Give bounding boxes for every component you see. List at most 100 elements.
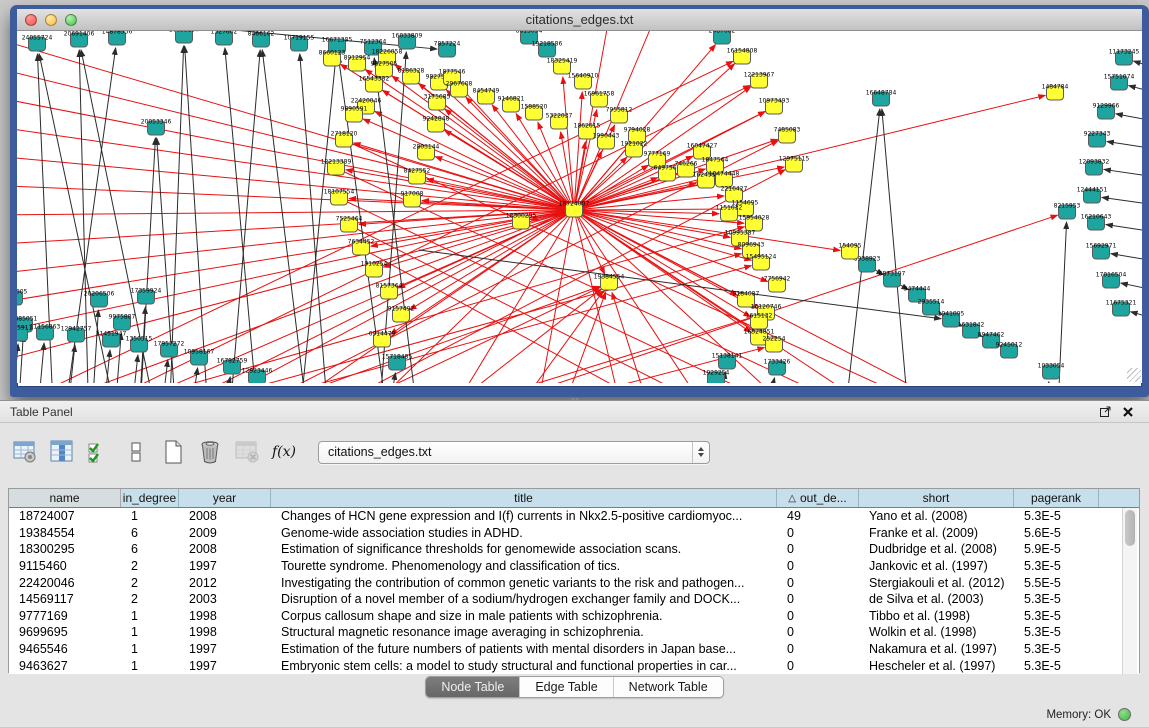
graph-edge[interactable]	[300, 54, 329, 383]
cell-out_degree[interactable]: 0	[777, 625, 859, 639]
graph-edge[interactable]	[1116, 114, 1142, 120]
table-settings-icon[interactable]	[10, 437, 40, 467]
table-row[interactable]: 2242004622012Investigating the contribut…	[9, 574, 1139, 591]
cell-pagerank[interactable]: 5.3E-5	[1014, 509, 1099, 523]
column-header-out_degree[interactable]: △out_de...	[777, 489, 859, 507]
function-builder-icon[interactable]: f(x)	[269, 437, 299, 467]
cell-title[interactable]: Estimation of significance thresholds fo…	[271, 542, 777, 556]
cell-year[interactable]: 1998	[179, 625, 271, 639]
graph-edge[interactable]	[1107, 142, 1142, 148]
cell-in_degree[interactable]: 2	[121, 559, 179, 573]
graph-edge[interactable]	[1057, 222, 1067, 383]
network-canvas[interactable]: 2405572420691406148785561065329715276028…	[17, 31, 1142, 383]
graph-edge[interactable]	[563, 77, 574, 210]
cell-short[interactable]: Dudbridge et al. (2008)	[859, 542, 1014, 556]
cell-year[interactable]: 2009	[179, 526, 271, 540]
graph-edge[interactable]	[369, 316, 756, 383]
graph-edge[interactable]	[19, 335, 23, 383]
graph-edge[interactable]	[769, 378, 775, 383]
table-row[interactable]: 977716911998Corpus callosum shape and si…	[9, 608, 1139, 625]
cell-out_degree[interactable]: 0	[777, 659, 859, 673]
cell-pagerank[interactable]: 5.6E-5	[1014, 526, 1099, 540]
zoom-window-button[interactable]	[65, 14, 77, 26]
graph-edge[interactable]	[1102, 197, 1142, 204]
cell-pagerank[interactable]: 5.9E-5	[1014, 542, 1099, 556]
cell-name[interactable]: 9465546	[9, 642, 121, 656]
cell-pagerank[interactable]: 5.3E-5	[1014, 625, 1099, 639]
graph-edge[interactable]	[1104, 169, 1142, 176]
cell-short[interactable]: Jankovic et al. (1997)	[859, 559, 1014, 573]
close-window-button[interactable]	[25, 14, 37, 26]
cell-out_degree[interactable]: 0	[777, 642, 859, 656]
cell-out_degree[interactable]: 49	[777, 509, 859, 523]
cell-title[interactable]: Investigating the contribution of common…	[271, 576, 777, 590]
graph-edge[interactable]	[133, 355, 138, 383]
cell-name[interactable]: 9115460	[9, 559, 121, 573]
graph-edge[interactable]	[1121, 283, 1142, 289]
cell-pagerank[interactable]: 5.3E-5	[1014, 609, 1099, 623]
cell-short[interactable]: Tibbo et al. (1998)	[859, 609, 1014, 623]
cell-name[interactable]: 14569117	[9, 592, 121, 606]
cell-pagerank[interactable]: 5.3E-5	[1014, 642, 1099, 656]
cell-title[interactable]: Embryonic stem cells: a model to study s…	[271, 659, 777, 673]
table-row[interactable]: 969969511998Structural magnetic resonanc…	[9, 624, 1139, 641]
cell-title[interactable]: Genome-wide association studies in ADHD.	[271, 526, 777, 540]
table-row[interactable]: 946554611997Estimation of the future num…	[9, 641, 1139, 658]
tab-network-table[interactable]: Network Table	[613, 677, 723, 697]
cell-pagerank[interactable]: 5.3E-5	[1014, 592, 1099, 606]
cell-out_degree[interactable]: 0	[777, 576, 859, 590]
cell-out_degree[interactable]: 0	[777, 542, 859, 556]
cell-year[interactable]: 1997	[179, 642, 271, 656]
graph-edge[interactable]	[299, 56, 336, 383]
cell-title[interactable]: Corpus callosum shape and size in male p…	[271, 609, 777, 623]
select-all-check-icon[interactable]	[84, 437, 114, 467]
graph-edge[interactable]	[882, 109, 907, 383]
float-panel-button[interactable]	[1094, 405, 1117, 418]
graph-edge[interactable]	[361, 248, 699, 383]
cell-out_degree[interactable]: 0	[777, 526, 859, 540]
scrollbar-thumb[interactable]	[1125, 510, 1135, 546]
column-header-name[interactable]: name	[9, 489, 121, 507]
delete-trash-icon[interactable]	[195, 437, 225, 467]
graph-edge[interactable]	[1131, 312, 1142, 317]
cell-year[interactable]: 2012	[179, 576, 271, 590]
network-table-select[interactable]: citations_edges.txt	[318, 441, 710, 464]
graph-edge[interactable]	[185, 46, 209, 383]
cell-out_degree[interactable]: 0	[777, 592, 859, 606]
cell-in_degree[interactable]: 1	[121, 625, 179, 639]
cell-pagerank[interactable]: 5.3E-5	[1014, 559, 1099, 573]
network-graph[interactable]: 2405572420691406148785561065329715276028…	[17, 31, 1142, 383]
cell-short[interactable]: Franke et al. (2009)	[859, 526, 1014, 540]
graph-edge[interactable]	[1045, 382, 1049, 383]
minimize-window-button[interactable]	[45, 14, 57, 26]
graph-edge[interactable]	[262, 50, 309, 383]
delete-table-icon[interactable]	[232, 437, 262, 467]
cell-name[interactable]: 9699695	[9, 625, 121, 639]
column-header-pagerank[interactable]: pagerank	[1014, 489, 1099, 507]
cell-year[interactable]: 1997	[179, 559, 271, 573]
cell-in_degree[interactable]: 2	[121, 576, 179, 590]
column-header-in_degree[interactable]: in_degree	[121, 489, 179, 507]
new-table-icon[interactable]	[158, 437, 188, 467]
cell-year[interactable]: 2008	[179, 542, 271, 556]
cell-name[interactable]: 9777169	[9, 609, 121, 623]
table-row[interactable]: 1456911722003Disruption of a novel membe…	[9, 591, 1139, 608]
cell-name[interactable]: 18724007	[9, 509, 121, 523]
cell-in_degree[interactable]: 1	[121, 609, 179, 623]
graph-edge[interactable]	[17, 210, 574, 275]
rows-icon[interactable]	[121, 437, 151, 467]
cell-year[interactable]: 2003	[179, 592, 271, 606]
vertical-scrollbar[interactable]	[1122, 508, 1137, 674]
window-titlebar[interactable]: citations_edges.txt	[17, 9, 1142, 31]
window-resize-grip[interactable]	[1127, 368, 1141, 382]
cell-short[interactable]: de Silva et al. (2003)	[859, 592, 1014, 606]
cell-name[interactable]: 9463627	[9, 659, 121, 673]
cell-out_degree[interactable]: 0	[777, 609, 859, 623]
cell-title[interactable]: Structural magnetic resonance image aver…	[271, 625, 777, 639]
column-chooser-icon[interactable]	[47, 437, 77, 467]
graph-edge[interactable]	[169, 46, 184, 383]
graph-edge[interactable]	[229, 50, 260, 383]
column-header-year[interactable]: year	[179, 489, 271, 507]
cell-out_degree[interactable]: 0	[777, 559, 859, 573]
cell-pagerank[interactable]: 5.3E-5	[1014, 659, 1099, 673]
